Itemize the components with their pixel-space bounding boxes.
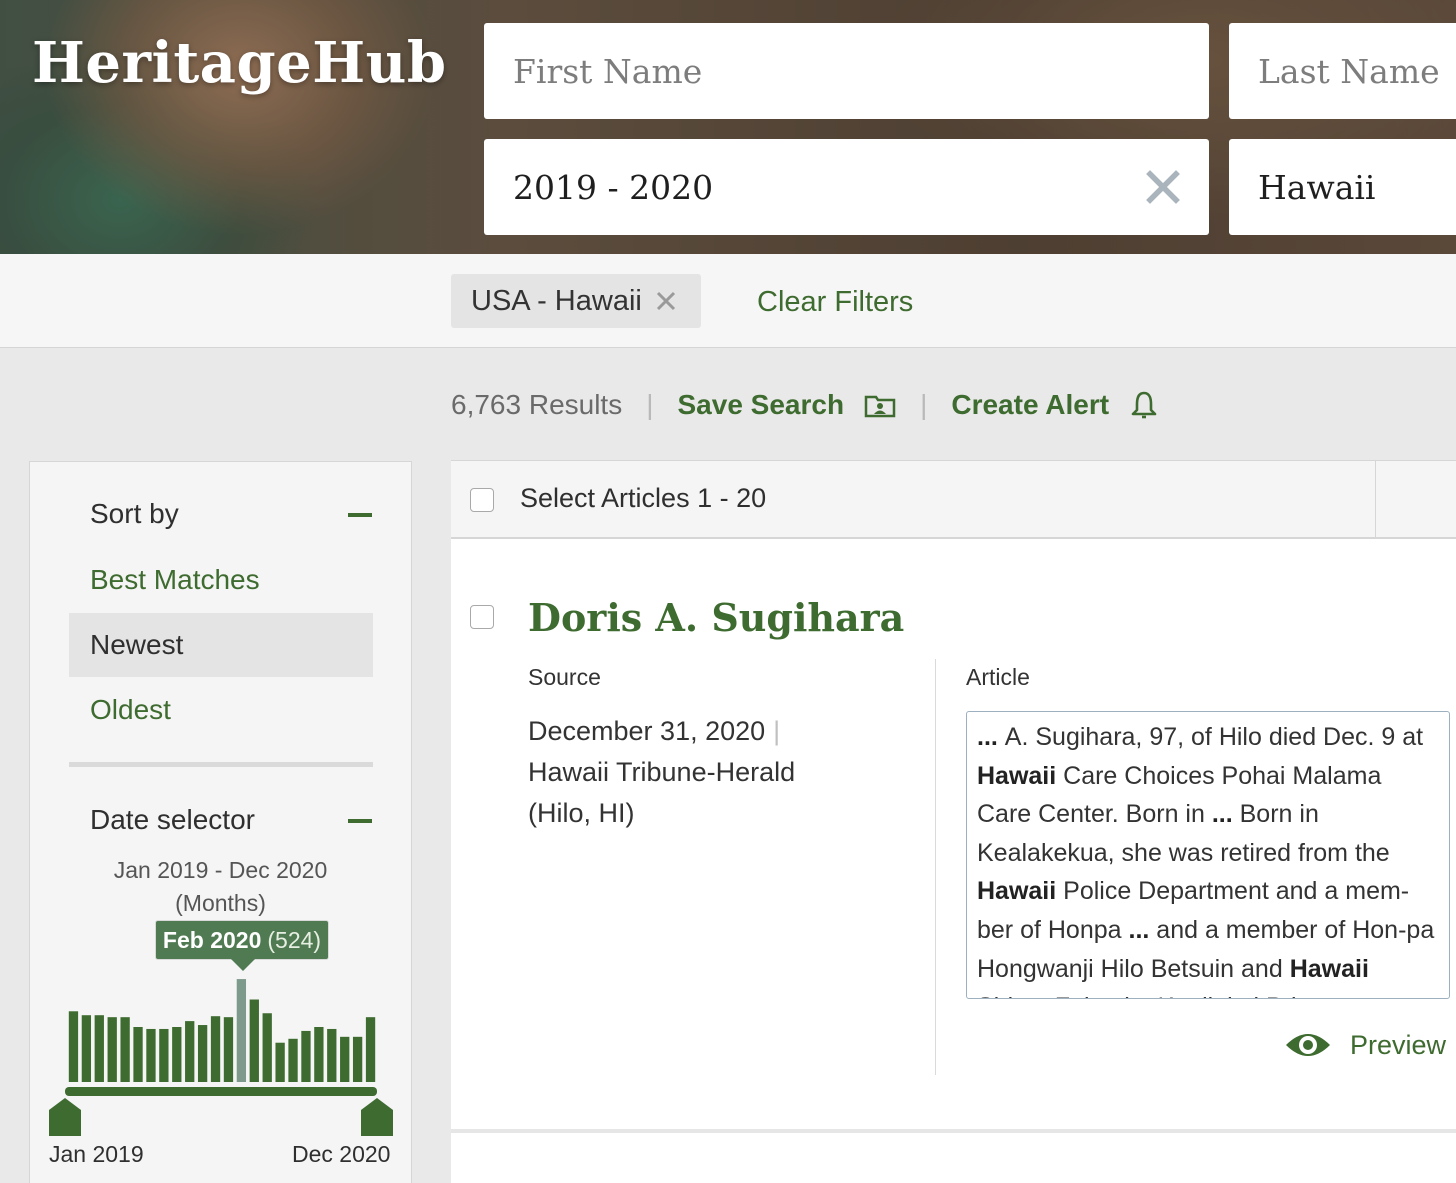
article-label: Article <box>966 664 1030 690</box>
histogram-bar-jun-2020[interactable] <box>288 1038 298 1082</box>
date-range-input[interactable]: 2019 - 2020 <box>484 139 1209 235</box>
save-search-link[interactable]: Save Search <box>678 389 845 421</box>
toolbar-divider: | <box>920 389 928 420</box>
sort-option-newest[interactable]: Newest <box>69 613 373 677</box>
histogram-bar-jun-2019[interactable] <box>133 1027 143 1082</box>
clear-x-icon[interactable] <box>1145 169 1181 205</box>
histogram-bar-may-2019[interactable] <box>120 1017 130 1082</box>
histogram-bar-apr-2020[interactable] <box>262 1013 272 1082</box>
bell-icon[interactable] <box>1129 390 1159 420</box>
histogram-bar-sep-2020[interactable] <box>327 1028 337 1082</box>
histogram-bar-sep-2019[interactable] <box>172 1027 182 1082</box>
slider-start-label: Jan 2019 <box>49 1141 144 1167</box>
histogram-bar-feb-2020[interactable] <box>236 979 247 1082</box>
date-selector-title: Date selector <box>90 804 255 835</box>
article-source: December 31, 2020 | Hawaii Tribune-Herald… <box>528 711 888 834</box>
site-logo[interactable]: HeritageHub <box>32 30 447 96</box>
date-range-value: 2019 - 2020 <box>513 167 714 207</box>
sort-by-title: Sort by <box>90 498 179 529</box>
eye-icon <box>1286 1034 1330 1056</box>
results-count: 6,763 Results <box>451 389 623 420</box>
filter-chip: USA - Hawaii <box>451 274 701 328</box>
snippet-highlight: ... <box>977 723 1005 751</box>
snippet-highlight: Hawaii <box>977 761 1057 790</box>
collapse-sort-minus-icon[interactable] <box>348 513 372 517</box>
place-input[interactable]: Hawaii <box>1229 139 1456 235</box>
last-name-input[interactable]: Last Name <box>1229 23 1456 119</box>
histogram-tooltip: Feb 2020 (524) <box>155 920 329 971</box>
histogram-bar-jan-2020[interactable] <box>223 1017 234 1082</box>
histogram-bar-nov-2020[interactable] <box>352 1036 363 1082</box>
folder-user-icon[interactable] <box>864 392 896 418</box>
histogram-bar-may-2020[interactable] <box>275 1042 285 1082</box>
first-name-placeholder: First Name <box>513 51 703 91</box>
article-snippet[interactable]: ... A. Sugihara, 97, of Hilo died Dec. 9… <box>966 711 1450 999</box>
search-header: HeritageHub First Name Last Name 2019 - … <box>0 0 1456 254</box>
sidebar: Sort by Best Matches Newest Oldest Date … <box>29 461 412 1183</box>
histogram-bar-mar-2020[interactable] <box>249 999 259 1083</box>
slider-end-label: Dec 2020 <box>292 1141 391 1167</box>
histogram-bar-aug-2020[interactable] <box>314 1027 324 1082</box>
result-separator <box>451 1129 1456 1133</box>
histogram-bar-jul-2019[interactable] <box>146 1028 156 1082</box>
sort-option-best-matches[interactable]: Best Matches <box>69 548 373 612</box>
close-icon[interactable] <box>655 290 677 312</box>
date-range-unit: (Months) <box>175 890 266 916</box>
histogram-bar-apr-2019[interactable] <box>107 1017 117 1082</box>
snippet-highlight: ... <box>1211 800 1233 829</box>
snippet-text: A. Sugihara, 97, of Hilo died Dec. 9 at <box>1004 723 1424 751</box>
slider-handle-icon[interactable] <box>361 1098 393 1136</box>
histogram-bar-aug-2019[interactable] <box>159 1028 169 1082</box>
histogram-bar-dec-2019[interactable] <box>210 1016 221 1082</box>
filter-chip-label: USA - Hawaii <box>471 284 642 317</box>
source-place: (Hilo, HI) <box>528 798 635 828</box>
snippet-highlight: Hawaii <box>1289 954 1369 983</box>
collapse-date-minus-icon[interactable] <box>348 819 372 823</box>
histogram-bar-dec-2020[interactable] <box>365 1017 376 1082</box>
select-articles-label: Select Articles 1 - 20 <box>520 483 767 513</box>
active-filters-bar: USA - Hawaii Clear Filters <box>0 254 1456 348</box>
date-slider-track[interactable] <box>65 1087 377 1096</box>
place-value: Hawaii <box>1258 167 1376 207</box>
first-name-input[interactable]: First Name <box>484 23 1209 119</box>
slider-handle-icon[interactable] <box>49 1098 81 1136</box>
histogram-bar-jan-2019[interactable] <box>68 1011 79 1082</box>
sort-option-oldest[interactable]: Oldest <box>69 678 373 742</box>
article-date: December 31, 2020 <box>528 716 766 746</box>
last-name-placeholder: Last Name <box>1258 51 1440 91</box>
results-panel: Select Articles 1 - 20 Doris A. Sugihara… <box>451 460 1456 1183</box>
snippet-highlight: ... <box>1128 915 1150 944</box>
histogram-bar-nov-2019[interactable] <box>197 1025 208 1082</box>
histogram-bar-jul-2020[interactable] <box>301 1030 311 1082</box>
histogram-bar-oct-2019[interactable] <box>185 1021 195 1082</box>
date-range-line: Jan 2019 - Dec 2020 <box>113 857 328 883</box>
histogram-bar-feb-2019[interactable] <box>81 1015 92 1082</box>
source-name[interactable]: Hawaii Tribune-Herald <box>528 752 888 793</box>
preview-label: Preview <box>1350 1029 1447 1060</box>
snippet-text: Shima Fukuoka Kenjinkai Prin- <box>977 993 1319 998</box>
histogram-bar-oct-2020[interactable] <box>340 1036 350 1082</box>
column-divider <box>935 659 936 1075</box>
header-divider <box>1375 461 1376 539</box>
date-histogram[interactable] <box>67 972 377 1082</box>
clear-filters-link[interactable]: Clear Filters <box>757 286 913 319</box>
histogram-bar-mar-2019[interactable] <box>94 1015 104 1082</box>
source-divider: | <box>773 716 781 746</box>
select-all-checkbox[interactable] <box>470 488 494 512</box>
create-alert-link[interactable]: Create Alert <box>951 389 1109 421</box>
results-toolbar: 6,763 Results | Save Search | Create Ale… <box>451 383 1159 427</box>
snippet-highlight: Hawaii <box>977 877 1057 906</box>
date-range-caption: Jan 2019 - Dec 2020 (Months) <box>30 854 411 920</box>
source-label: Source <box>528 664 601 690</box>
preview-button[interactable]: Preview <box>1284 1023 1446 1067</box>
sidebar-divider <box>69 762 373 767</box>
tooltip-count: (524) <box>267 926 322 953</box>
article-checkbox[interactable] <box>470 605 494 629</box>
select-all-row: Select Articles 1 - 20 <box>451 461 1456 539</box>
article-title[interactable]: Doris A. Sugihara <box>528 595 904 640</box>
toolbar-divider: | <box>646 389 654 420</box>
tooltip-month: Feb 2020 <box>162 926 262 953</box>
